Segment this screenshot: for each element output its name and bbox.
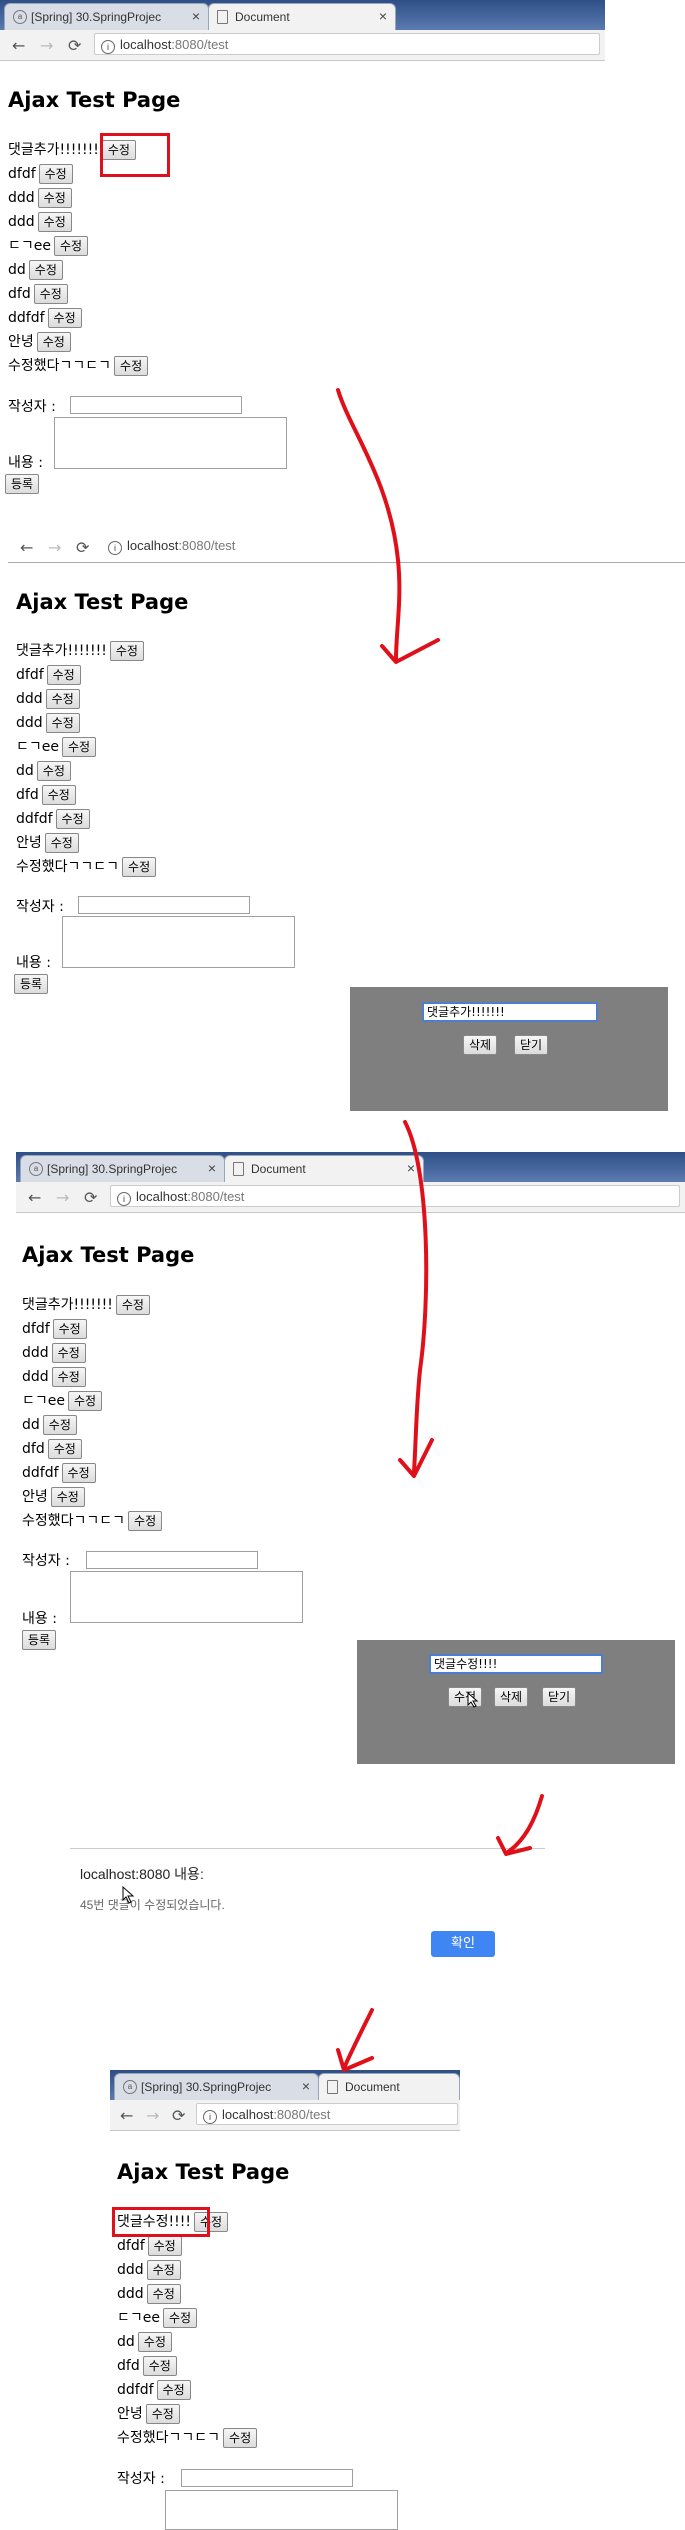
red-arrow-2: [398, 1120, 434, 1478]
red-arrow-3: [496, 1794, 544, 1856]
red-arrow-4: [336, 2008, 374, 2072]
annotation-arrows: [336, 388, 544, 2072]
red-arrow-1: [336, 388, 440, 664]
